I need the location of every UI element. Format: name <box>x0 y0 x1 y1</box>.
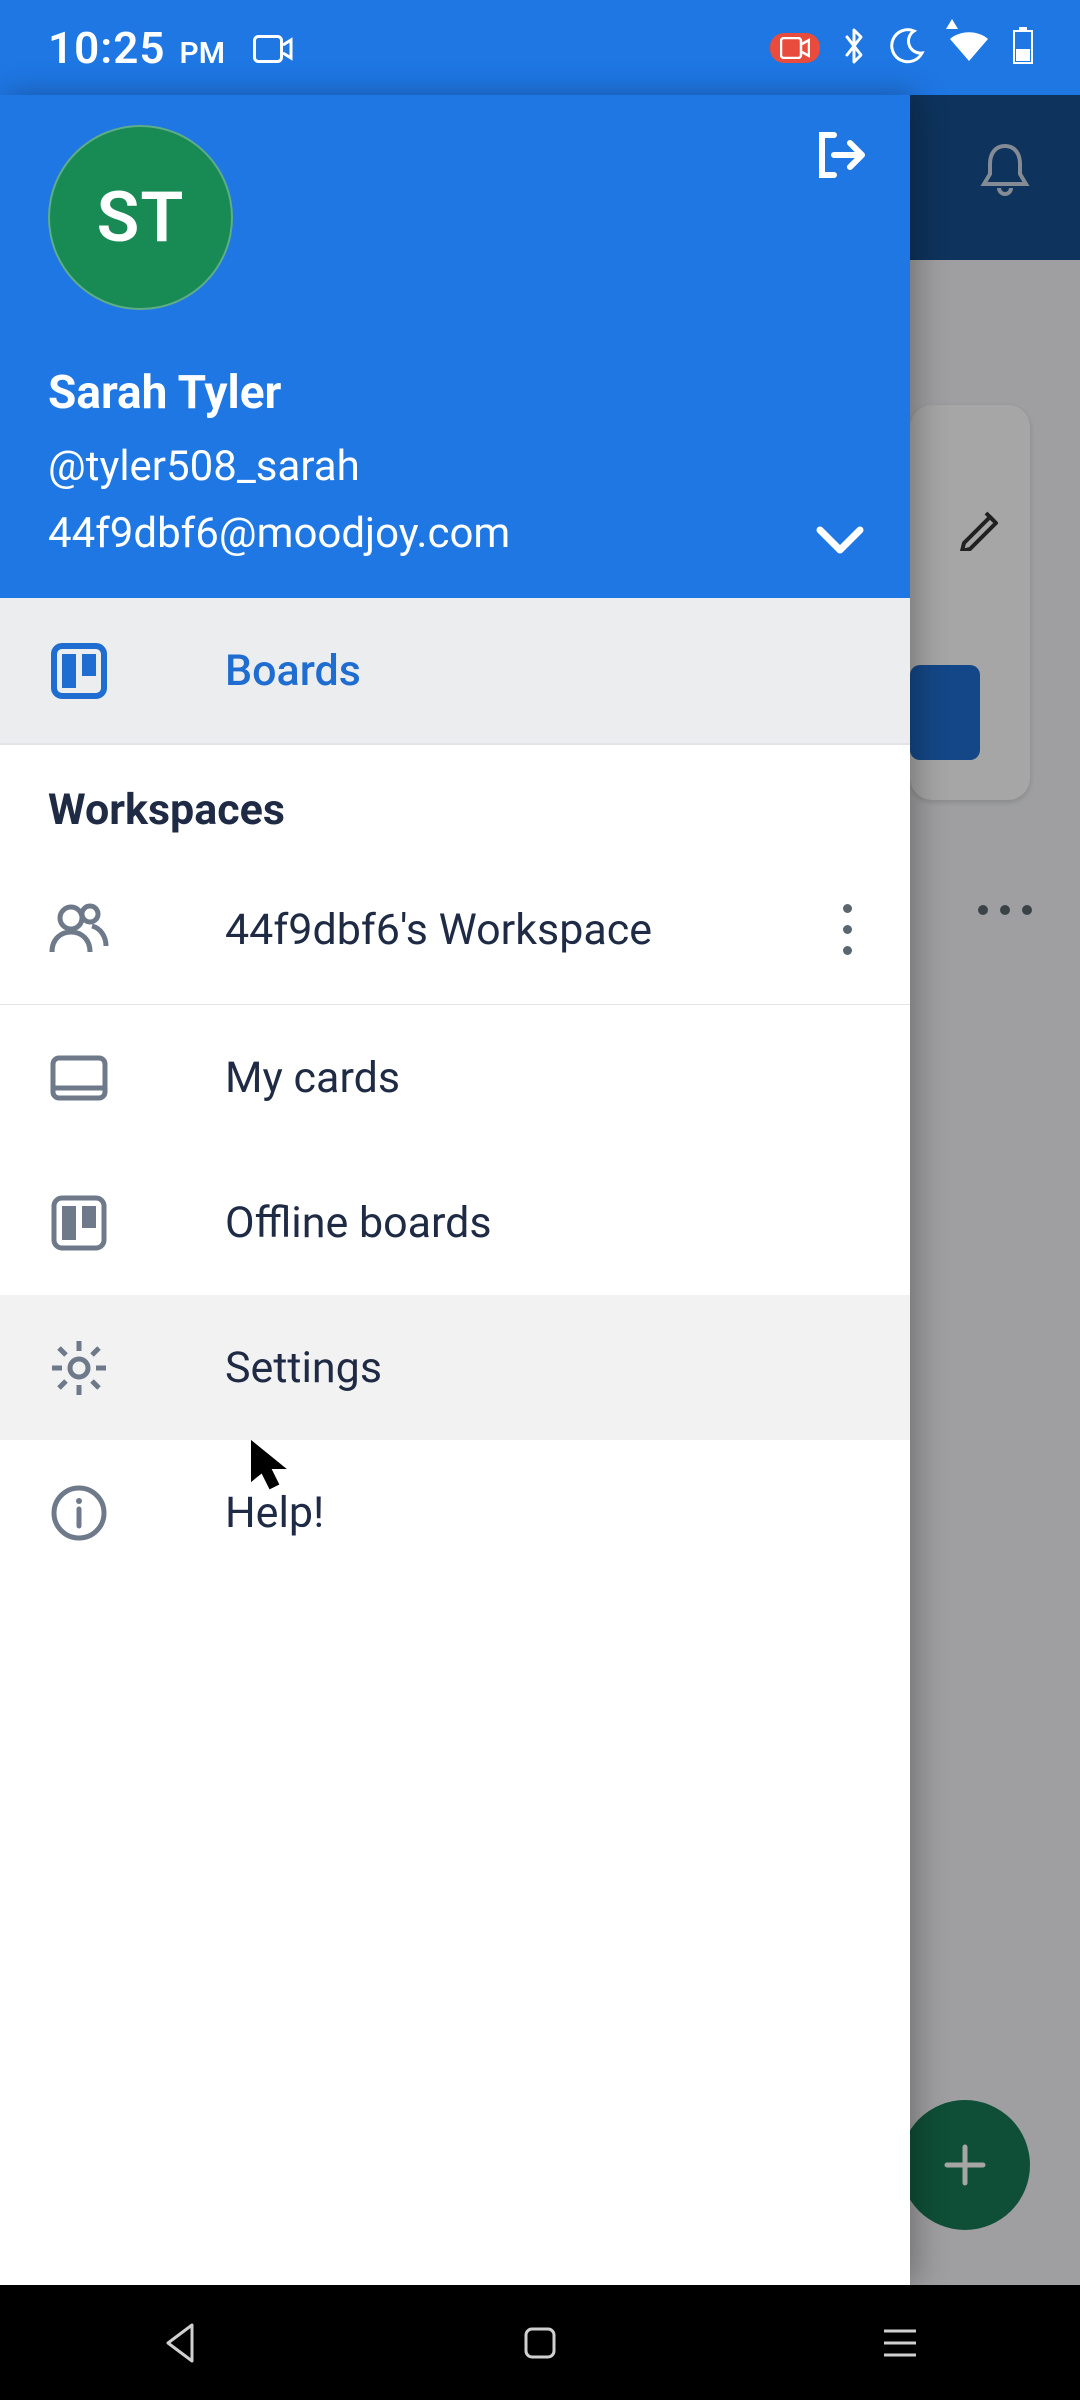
nav-item-help[interactable]: Help! <box>0 1440 910 1585</box>
battery-icon <box>1012 27 1034 69</box>
offline-boards-icon <box>48 1194 110 1252</box>
status-bar: 10:25 PM <box>0 0 1080 95</box>
avatar[interactable]: ST <box>48 125 233 310</box>
dnd-moon-icon <box>888 27 926 69</box>
boards-icon <box>48 642 110 700</box>
nav-item-boards[interactable]: Boards <box>0 598 910 743</box>
user-name: Sarah Tyler <box>48 366 862 420</box>
workspace-overflow-button[interactable] <box>833 894 862 965</box>
avatar-initials: ST <box>97 177 185 259</box>
nav-back-button[interactable] <box>150 2313 210 2373</box>
nav-home-button[interactable] <box>510 2313 570 2373</box>
section-workspaces: Workspaces <box>0 745 910 855</box>
recording-pill-icon <box>770 33 820 63</box>
gear-icon <box>48 1339 110 1397</box>
user-email: 44f9dbf6@moodjoy.com <box>48 509 862 558</box>
status-ampm: PM <box>180 36 226 71</box>
workspace-label: 44f9dbf6's Workspace <box>225 905 718 955</box>
status-left: 10:25 PM <box>48 22 293 74</box>
nav-item-settings[interactable]: Settings <box>0 1295 910 1440</box>
info-icon <box>48 1484 110 1542</box>
account-switcher-button[interactable] <box>810 520 870 564</box>
logout-button[interactable] <box>810 125 870 189</box>
nav-item-label: Settings <box>225 1343 382 1393</box>
bluetooth-icon <box>842 26 866 70</box>
nav-item-offline-boards[interactable]: Offline boards <box>0 1150 910 1295</box>
nav-recents-button[interactable] <box>870 2313 930 2373</box>
nav-item-my-cards[interactable]: My cards <box>0 1005 910 1150</box>
workspace-item[interactable]: 44f9dbf6's Workspace <box>0 855 910 1005</box>
nav-drawer: ST Sarah Tyler @tyler508_sarah 44f9dbf6@… <box>0 95 910 2285</box>
card-icon <box>48 1054 110 1102</box>
system-nav-bar <box>0 2285 1080 2400</box>
nav-item-label: Boards <box>225 646 361 696</box>
nav-item-label: My cards <box>225 1053 400 1103</box>
status-time: 10:25 <box>48 22 166 74</box>
wifi-icon <box>948 29 990 67</box>
nav-item-label: Help! <box>225 1488 324 1538</box>
people-icon <box>48 900 110 960</box>
drawer-menu: Boards Workspaces 44f9dbf6's Workspace M… <box>0 598 910 2285</box>
user-handle: @tyler508_sarah <box>48 442 862 491</box>
screen-record-icon <box>253 35 293 63</box>
status-right <box>770 26 1034 70</box>
nav-item-label: Offline boards <box>225 1198 492 1248</box>
drawer-header: ST Sarah Tyler @tyler508_sarah 44f9dbf6@… <box>0 95 910 598</box>
